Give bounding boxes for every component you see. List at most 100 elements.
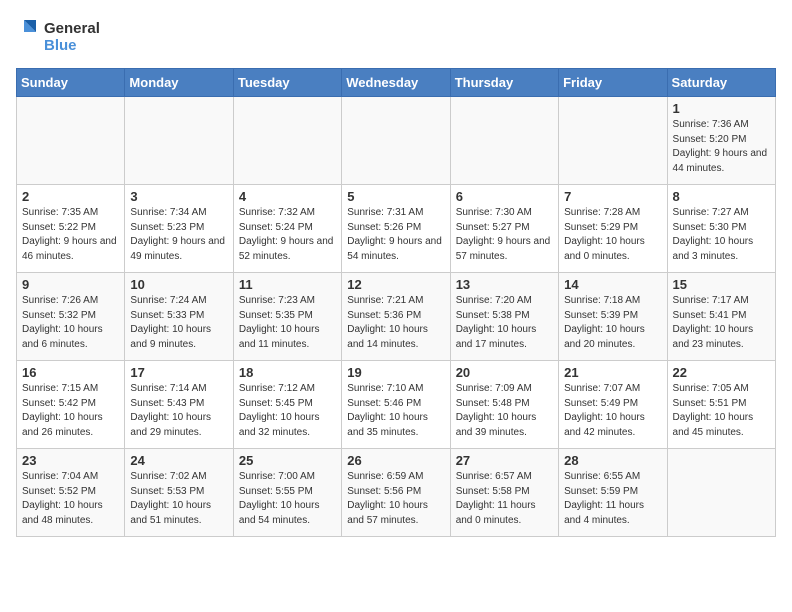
calendar-cell: 19Sunrise: 7:10 AM Sunset: 5:46 PM Dayli… — [342, 361, 450, 449]
weekday-header-friday: Friday — [559, 69, 667, 97]
weekday-header-tuesday: Tuesday — [233, 69, 341, 97]
day-number: 22 — [673, 365, 770, 380]
logo-svg: General Blue — [16, 16, 116, 58]
day-number: 10 — [130, 277, 227, 292]
week-row-2: 2 Sunrise: 7:35 AM Sunset: 5:22 PM Daylig… — [17, 185, 776, 273]
day-info: Sunrise: 7:28 AM Sunset: 5:29 PM Dayligh… — [564, 206, 661, 264]
day-info: Sunrise: 6:55 AM Sunset: 5:59 PM Dayligh… — [564, 470, 661, 528]
calendar-cell: 1 Sunrise: 7:36 AM Sunset: 5:20 PM Daylig… — [667, 97, 775, 185]
day-info: Sunrise: 7:15 AM Sunset: 5:42 PM Dayligh… — [22, 382, 119, 440]
calendar-cell: 16Sunrise: 7:15 AM Sunset: 5:42 PM Dayli… — [17, 361, 125, 449]
day-number: 9 — [22, 277, 119, 292]
calendar-cell: 25 Sunrise: 7:00 AM Sunset: 5:55 PM Dayli… — [233, 449, 341, 537]
day-info: Sunrise: 7:20 AM Sunset: 5:38 PM Dayligh… — [456, 294, 553, 352]
day-info: Sunrise: 7:23 AM Sunset: 5:35 PM Dayligh… — [239, 294, 336, 352]
day-number: 24 — [130, 453, 227, 468]
day-number: 23 — [22, 453, 119, 468]
day-info: Sunrise: 7:07 AM Sunset: 5:49 PM Dayligh… — [564, 382, 661, 440]
day-info: Sunrise: 7:05 AM Sunset: 5:51 PM Dayligh… — [673, 382, 770, 440]
day-number: 27 — [456, 453, 553, 468]
day-info: Sunrise: 7:00 AM Sunset: 5:55 PM Dayligh… — [239, 470, 336, 528]
calendar-cell: 24 Sunrise: 7:02 AM Sunset: 5:53 PM Dayli… — [125, 449, 233, 537]
day-number: 20 — [456, 365, 553, 380]
calendar-cell: 9 Sunrise: 7:26 AM Sunset: 5:32 PM Daylig… — [17, 273, 125, 361]
week-row-5: 23 Sunrise: 7:04 AM Sunset: 5:52 PM Dayli… — [17, 449, 776, 537]
weekday-header-thursday: Thursday — [450, 69, 558, 97]
weekday-header-sunday: Sunday — [17, 69, 125, 97]
calendar-cell — [125, 97, 233, 185]
day-info: Sunrise: 7:21 AM Sunset: 5:36 PM Dayligh… — [347, 294, 444, 352]
calendar-cell: 5Sunrise: 7:31 AM Sunset: 5:26 PM Daylig… — [342, 185, 450, 273]
calendar-cell: 18Sunrise: 7:12 AM Sunset: 5:45 PM Dayli… — [233, 361, 341, 449]
calendar-cell: 14 Sunrise: 7:18 AM Sunset: 5:39 PM Dayli… — [559, 273, 667, 361]
day-number: 21 — [564, 365, 661, 380]
day-number: 14 — [564, 277, 661, 292]
day-info: Sunrise: 7:36 AM Sunset: 5:20 PM Dayligh… — [673, 118, 770, 176]
header: General Blue — [16, 16, 776, 58]
calendar-cell: 21 Sunrise: 7:07 AM Sunset: 5:49 PM Dayli… — [559, 361, 667, 449]
day-info: Sunrise: 6:57 AM Sunset: 5:58 PM Dayligh… — [456, 470, 553, 528]
day-number: 13 — [456, 277, 553, 292]
week-row-4: 16Sunrise: 7:15 AM Sunset: 5:42 PM Dayli… — [17, 361, 776, 449]
calendar-cell: 20 Sunrise: 7:09 AM Sunset: 5:48 PM Dayli… — [450, 361, 558, 449]
calendar-cell: 8 Sunrise: 7:27 AM Sunset: 5:30 PM Daylig… — [667, 185, 775, 273]
day-number: 26 — [347, 453, 444, 468]
day-number: 4 — [239, 189, 336, 204]
calendar-cell — [667, 449, 775, 537]
day-info: Sunrise: 7:26 AM Sunset: 5:32 PM Dayligh… — [22, 294, 119, 352]
calendar-table: SundayMondayTuesdayWednesdayThursdayFrid… — [16, 68, 776, 537]
day-number: 5 — [347, 189, 444, 204]
day-info: Sunrise: 7:27 AM Sunset: 5:30 PM Dayligh… — [673, 206, 770, 264]
day-info: Sunrise: 7:30 AM Sunset: 5:27 PM Dayligh… — [456, 206, 553, 264]
logo: General Blue — [16, 16, 116, 58]
calendar-cell: 13 Sunrise: 7:20 AM Sunset: 5:38 PM Dayli… — [450, 273, 558, 361]
day-number: 15 — [673, 277, 770, 292]
day-number: 1 — [673, 101, 770, 116]
day-info: Sunrise: 7:02 AM Sunset: 5:53 PM Dayligh… — [130, 470, 227, 528]
day-number: 6 — [456, 189, 553, 204]
calendar-cell — [17, 97, 125, 185]
calendar-cell — [450, 97, 558, 185]
day-info: Sunrise: 7:35 AM Sunset: 5:22 PM Dayligh… — [22, 206, 119, 264]
day-number: 8 — [673, 189, 770, 204]
calendar-cell: 28 Sunrise: 6:55 AM Sunset: 5:59 PM Dayli… — [559, 449, 667, 537]
week-row-1: 1 Sunrise: 7:36 AM Sunset: 5:20 PM Daylig… — [17, 97, 776, 185]
calendar-cell: 12 Sunrise: 7:21 AM Sunset: 5:36 PM Dayli… — [342, 273, 450, 361]
day-info: Sunrise: 7:17 AM Sunset: 5:41 PM Dayligh… — [673, 294, 770, 352]
day-number: 25 — [239, 453, 336, 468]
calendar-cell: 27 Sunrise: 6:57 AM Sunset: 5:58 PM Dayli… — [450, 449, 558, 537]
calendar-cell — [233, 97, 341, 185]
day-info: Sunrise: 7:14 AM Sunset: 5:43 PM Dayligh… — [130, 382, 227, 440]
weekday-header-monday: Monday — [125, 69, 233, 97]
day-number: 28 — [564, 453, 661, 468]
day-info: Sunrise: 7:09 AM Sunset: 5:48 PM Dayligh… — [456, 382, 553, 440]
day-number: 19 — [347, 365, 444, 380]
calendar-cell: 7 Sunrise: 7:28 AM Sunset: 5:29 PM Daylig… — [559, 185, 667, 273]
calendar-cell: 6 Sunrise: 7:30 AM Sunset: 5:27 PM Daylig… — [450, 185, 558, 273]
weekday-header-wednesday: Wednesday — [342, 69, 450, 97]
calendar-cell — [559, 97, 667, 185]
calendar-cell: 3 Sunrise: 7:34 AM Sunset: 5:23 PM Daylig… — [125, 185, 233, 273]
calendar-cell: 11 Sunrise: 7:23 AM Sunset: 5:35 PM Dayli… — [233, 273, 341, 361]
day-number: 2 — [22, 189, 119, 204]
calendar-cell: 10 Sunrise: 7:24 AM Sunset: 5:33 PM Dayli… — [125, 273, 233, 361]
calendar-cell: 17Sunrise: 7:14 AM Sunset: 5:43 PM Dayli… — [125, 361, 233, 449]
calendar-cell: 4Sunrise: 7:32 AM Sunset: 5:24 PM Daylig… — [233, 185, 341, 273]
day-number: 3 — [130, 189, 227, 204]
day-info: Sunrise: 7:04 AM Sunset: 5:52 PM Dayligh… — [22, 470, 119, 528]
week-row-3: 9 Sunrise: 7:26 AM Sunset: 5:32 PM Daylig… — [17, 273, 776, 361]
weekday-header-saturday: Saturday — [667, 69, 775, 97]
calendar-cell: 2 Sunrise: 7:35 AM Sunset: 5:22 PM Daylig… — [17, 185, 125, 273]
calendar-cell — [342, 97, 450, 185]
day-info: Sunrise: 7:12 AM Sunset: 5:45 PM Dayligh… — [239, 382, 336, 440]
day-info: Sunrise: 7:18 AM Sunset: 5:39 PM Dayligh… — [564, 294, 661, 352]
svg-text:Blue: Blue — [44, 37, 77, 54]
day-number: 7 — [564, 189, 661, 204]
svg-text:General: General — [44, 20, 100, 37]
day-number: 12 — [347, 277, 444, 292]
calendar-cell: 22 Sunrise: 7:05 AM Sunset: 5:51 PM Dayli… — [667, 361, 775, 449]
day-info: Sunrise: 7:34 AM Sunset: 5:23 PM Dayligh… — [130, 206, 227, 264]
day-info: Sunrise: 7:24 AM Sunset: 5:33 PM Dayligh… — [130, 294, 227, 352]
calendar-cell: 15 Sunrise: 7:17 AM Sunset: 5:41 PM Dayli… — [667, 273, 775, 361]
day-number: 11 — [239, 277, 336, 292]
